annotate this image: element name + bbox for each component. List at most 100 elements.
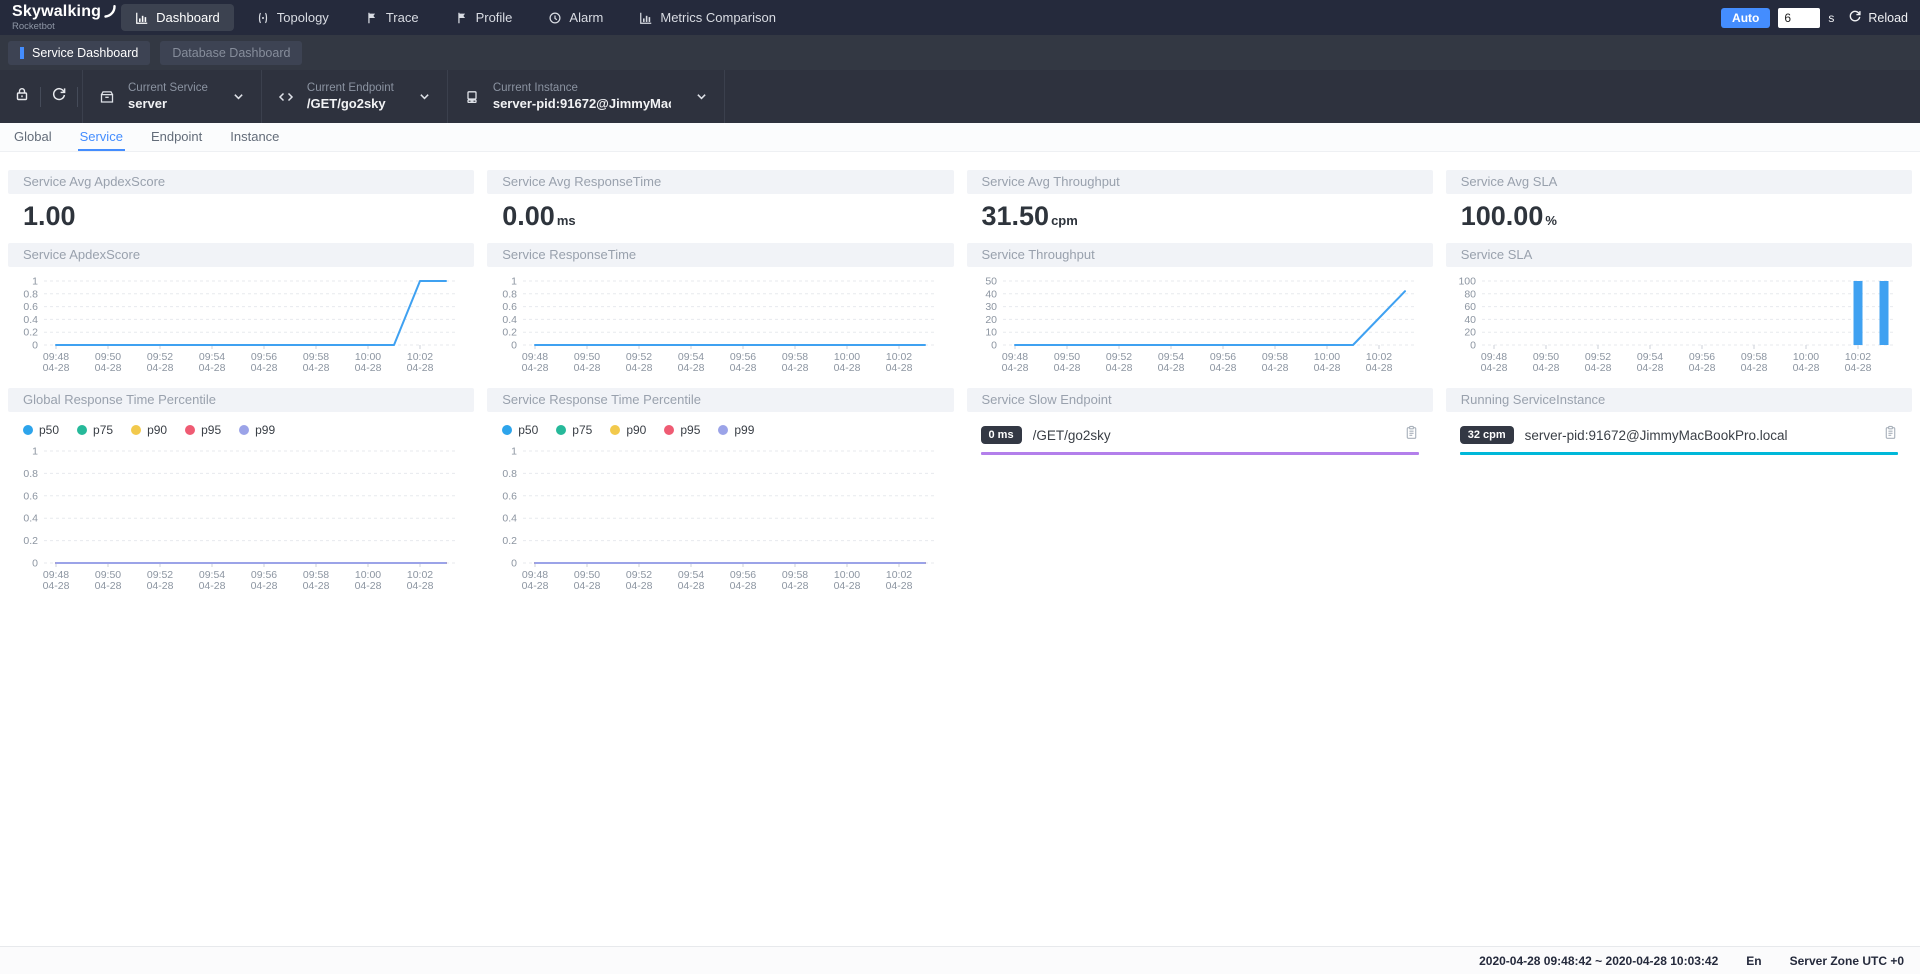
svg-text:20: 20 bbox=[1464, 327, 1476, 339]
selector-label: Current Endpoint bbox=[307, 81, 394, 96]
lock-button[interactable] bbox=[4, 70, 40, 123]
svg-text:09:5804-28: 09:5804-28 bbox=[303, 569, 330, 592]
view-tab-global[interactable]: Global bbox=[14, 129, 52, 151]
card-title: Service Avg Throughput bbox=[967, 170, 1433, 194]
svg-text:20: 20 bbox=[985, 314, 997, 326]
chart-icon bbox=[135, 11, 149, 25]
svg-text:09:5004-28: 09:5004-28 bbox=[95, 569, 122, 592]
chart-card-service-throughput: Service Throughput0102030405009:4804-280… bbox=[967, 243, 1433, 379]
app-logo[interactable]: Skywalking Rocketbot bbox=[12, 4, 101, 32]
card-title: Service Avg ApdexScore bbox=[8, 170, 474, 194]
svg-text:10:0004-28: 10:0004-28 bbox=[1792, 351, 1819, 374]
value-badge: 0 ms bbox=[981, 426, 1022, 444]
nav-item-trace[interactable]: Trace bbox=[351, 4, 433, 31]
svg-text:10:0204-28: 10:0204-28 bbox=[886, 351, 913, 374]
svg-text:10:0204-28: 10:0204-28 bbox=[407, 569, 434, 592]
card-title: Global Response Time Percentile bbox=[8, 388, 474, 412]
legend-item-p50[interactable]: p50 bbox=[23, 423, 59, 437]
metric-unit: cpm bbox=[1051, 213, 1078, 228]
svg-text:0.2: 0.2 bbox=[23, 327, 38, 339]
view-tab-instance[interactable]: Instance bbox=[230, 129, 279, 151]
legend-item-p90[interactable]: p90 bbox=[610, 423, 646, 437]
dash-tab-database-dashboard[interactable]: Database Dashboard bbox=[160, 41, 302, 65]
copy-button[interactable] bbox=[1883, 425, 1898, 445]
svg-text:40: 40 bbox=[985, 288, 997, 300]
card-title: Running ServiceInstance bbox=[1446, 388, 1912, 412]
reload-interval-input[interactable] bbox=[1778, 8, 1820, 28]
legend-label: p99 bbox=[734, 423, 754, 437]
svg-text:0.8: 0.8 bbox=[503, 468, 518, 480]
card-title: Service SLA bbox=[1446, 243, 1912, 267]
svg-text:09:4804-28: 09:4804-28 bbox=[43, 351, 70, 374]
legend-label: p99 bbox=[255, 423, 275, 437]
selector-value: /GET/go2sky bbox=[307, 96, 394, 112]
svg-text:1: 1 bbox=[32, 446, 38, 458]
reload-button[interactable]: Reload bbox=[1848, 9, 1908, 26]
clipboard-icon bbox=[1883, 425, 1898, 445]
svg-text:10:0004-28: 10:0004-28 bbox=[355, 351, 382, 374]
language-selector[interactable]: En bbox=[1746, 954, 1761, 968]
selector-current-service[interactable]: Current Serviceserver bbox=[82, 70, 261, 123]
legend-dot bbox=[664, 425, 674, 435]
chart-service-responsetime: 00.20.40.60.8109:4804-2809:5004-2809:520… bbox=[487, 275, 953, 379]
view-tab-endpoint[interactable]: Endpoint bbox=[151, 129, 202, 151]
svg-text:80: 80 bbox=[1464, 288, 1476, 300]
profile-icon bbox=[455, 11, 469, 25]
server-zone-label: Server Zone UTC +0 bbox=[1790, 954, 1904, 968]
refresh-button[interactable] bbox=[41, 70, 77, 123]
svg-text:10:0004-28: 10:0004-28 bbox=[834, 569, 861, 592]
nav-item-topology[interactable]: Topology bbox=[242, 4, 343, 31]
svg-text:50: 50 bbox=[985, 276, 997, 288]
svg-text:09:5004-28: 09:5004-28 bbox=[1532, 351, 1559, 374]
svg-text:09:5204-28: 09:5204-28 bbox=[1584, 351, 1611, 374]
legend-label: p90 bbox=[626, 423, 646, 437]
view-tab-service[interactable]: Service bbox=[80, 129, 123, 151]
copy-button[interactable] bbox=[1404, 425, 1419, 445]
view-tabs: Global Service Endpoint Instance bbox=[0, 123, 1920, 152]
legend-dot bbox=[185, 425, 195, 435]
dash-tab-service-dashboard[interactable]: Service Dashboard bbox=[8, 41, 150, 65]
svg-text:1: 1 bbox=[32, 276, 38, 288]
legend-item-p90[interactable]: p90 bbox=[131, 423, 167, 437]
legend-item-p99[interactable]: p99 bbox=[239, 423, 275, 437]
legend-item-p99[interactable]: p99 bbox=[718, 423, 754, 437]
svg-text:10:0204-28: 10:0204-28 bbox=[1844, 351, 1871, 374]
legend-item-p75[interactable]: p75 bbox=[77, 423, 113, 437]
trace-icon bbox=[365, 11, 379, 25]
svg-text:09:5804-28: 09:5804-28 bbox=[303, 351, 330, 374]
chevron-down-icon bbox=[695, 90, 708, 103]
card-title: Service Throughput bbox=[967, 243, 1433, 267]
svg-text:09:5604-28: 09:5604-28 bbox=[251, 569, 278, 592]
nav-item-label: Trace bbox=[386, 10, 419, 25]
card-title: Service Slow Endpoint bbox=[967, 388, 1433, 412]
svg-text:09:4804-28: 09:4804-28 bbox=[522, 569, 549, 592]
selector-value: server bbox=[128, 96, 208, 112]
auto-reload-button[interactable]: Auto bbox=[1721, 8, 1770, 28]
lock-icon bbox=[14, 86, 30, 107]
nav-item-dashboard[interactable]: Dashboard bbox=[121, 4, 234, 31]
nav-item-alarm[interactable]: Alarm bbox=[534, 4, 617, 31]
svg-text:09:5804-28: 09:5804-28 bbox=[1740, 351, 1767, 374]
svg-text:09:5604-28: 09:5604-28 bbox=[730, 569, 757, 592]
legend-item-p50[interactable]: p50 bbox=[502, 423, 538, 437]
nav-item-label: Profile bbox=[476, 10, 513, 25]
legend-label: p75 bbox=[93, 423, 113, 437]
metric-card-service-avg-responsetime: Service Avg ResponseTime0.00ms bbox=[487, 170, 953, 234]
interval-unit-label: s bbox=[1828, 11, 1834, 25]
nav-item-profile[interactable]: Profile bbox=[441, 4, 527, 31]
value-badge: 32 cpm bbox=[1460, 426, 1514, 444]
svg-text:0: 0 bbox=[511, 340, 517, 352]
svg-text:10:0004-28: 10:0004-28 bbox=[1313, 351, 1340, 374]
legend-dot bbox=[556, 425, 566, 435]
selector-current-instance[interactable]: Current Instanceserver-pid:91672@JimmyMa… bbox=[447, 70, 725, 123]
legend-item-p95[interactable]: p95 bbox=[664, 423, 700, 437]
svg-text:09:5004-28: 09:5004-28 bbox=[574, 569, 601, 592]
nav-item-metrics-comparison[interactable]: Metrics Comparison bbox=[625, 4, 790, 31]
selector-current-endpoint[interactable]: Current Endpoint/GET/go2sky bbox=[261, 70, 447, 123]
legend-item-p95[interactable]: p95 bbox=[185, 423, 221, 437]
svg-text:0.4: 0.4 bbox=[503, 314, 518, 326]
chart-service-sla: 02040608010009:4804-2809:5004-2809:5204-… bbox=[1446, 275, 1912, 379]
footer: 2020-04-28 09:48:42 ~ 2020-04-28 10:03:4… bbox=[0, 946, 1920, 974]
legend-item-p75[interactable]: p75 bbox=[556, 423, 592, 437]
service-slow-endpoint-card: Service Slow Endpoint0 ms/GET/go2sky bbox=[967, 388, 1433, 597]
